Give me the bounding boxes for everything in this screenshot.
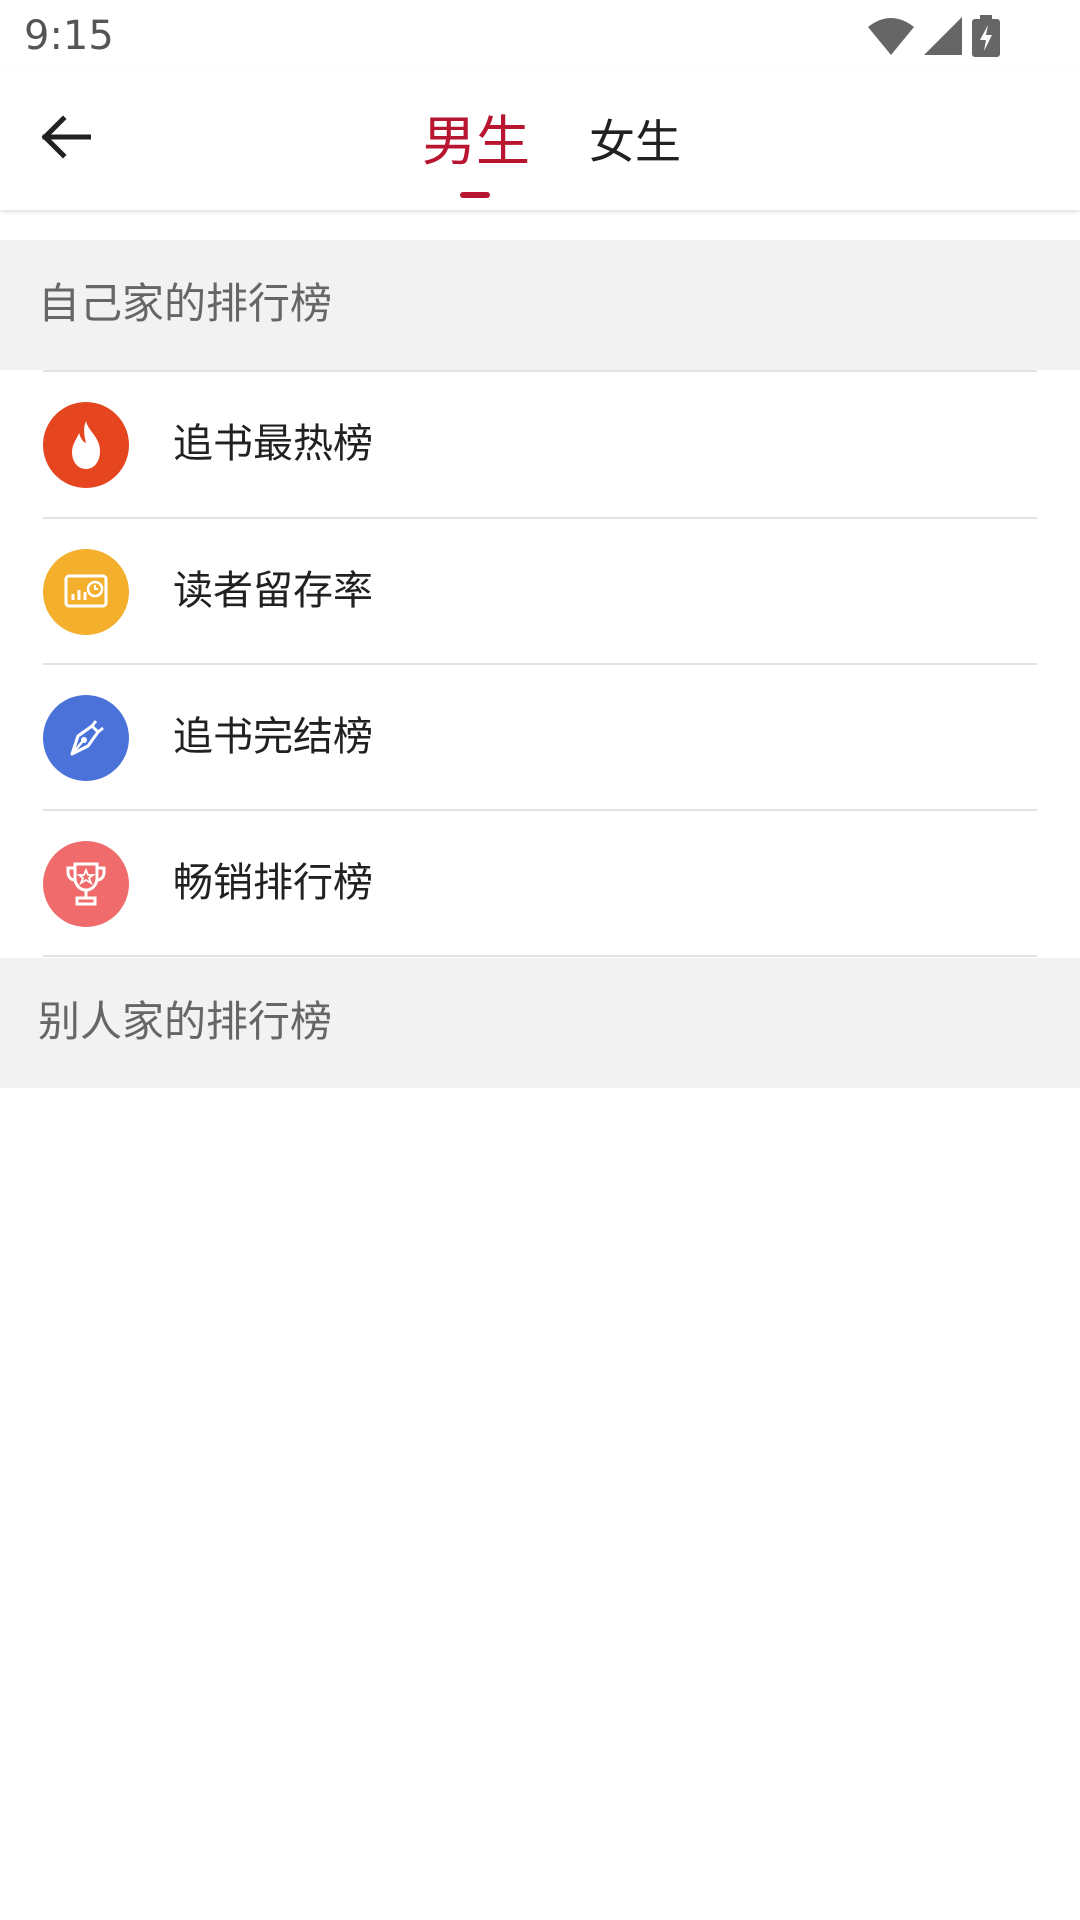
status-icons — [868, 14, 1000, 58]
list-item-finished[interactable]: 追书完结榜 — [0, 665, 1080, 810]
back-button[interactable] — [30, 104, 100, 174]
cellular-signal-icon — [924, 17, 962, 55]
section-header-own: 自己家的排行榜 — [0, 240, 1080, 370]
tab-female[interactable]: 女生 — [580, 102, 690, 182]
list-item-retention[interactable]: 读者留存率 — [0, 519, 1080, 664]
battery-charging-icon — [972, 15, 1000, 57]
section-title-others: 别人家的排行榜 — [38, 997, 333, 1046]
divider — [43, 955, 1037, 957]
wifi-icon — [868, 17, 914, 55]
list-item-label: 追书完结榜 — [173, 714, 373, 760]
section-header-others: 别人家的排行榜 — [0, 958, 1080, 1088]
list-item-label: 读者留存率 — [173, 568, 373, 614]
tab-indicator — [460, 192, 490, 198]
list-item-bestseller[interactable]: 畅销排行榜 — [0, 811, 1080, 956]
toolbar: 男生 女生 — [0, 72, 1080, 210]
trophy-icon — [43, 841, 129, 927]
list-item-label: 畅销排行榜 — [173, 860, 373, 906]
flame-icon — [43, 402, 129, 488]
status-time: 9:15 — [24, 13, 114, 59]
section-title-own: 自己家的排行榜 — [38, 279, 333, 328]
arrow-left-icon — [39, 115, 92, 163]
chart-clock-icon — [43, 549, 129, 635]
status-bar: 9:15 — [0, 0, 1080, 72]
list-item-label: 追书最热榜 — [173, 421, 373, 467]
pen-nib-icon — [43, 695, 129, 781]
list-item-hot[interactable]: 追书最热榜 — [0, 372, 1080, 517]
tab-male[interactable]: 男生 — [416, 102, 536, 182]
